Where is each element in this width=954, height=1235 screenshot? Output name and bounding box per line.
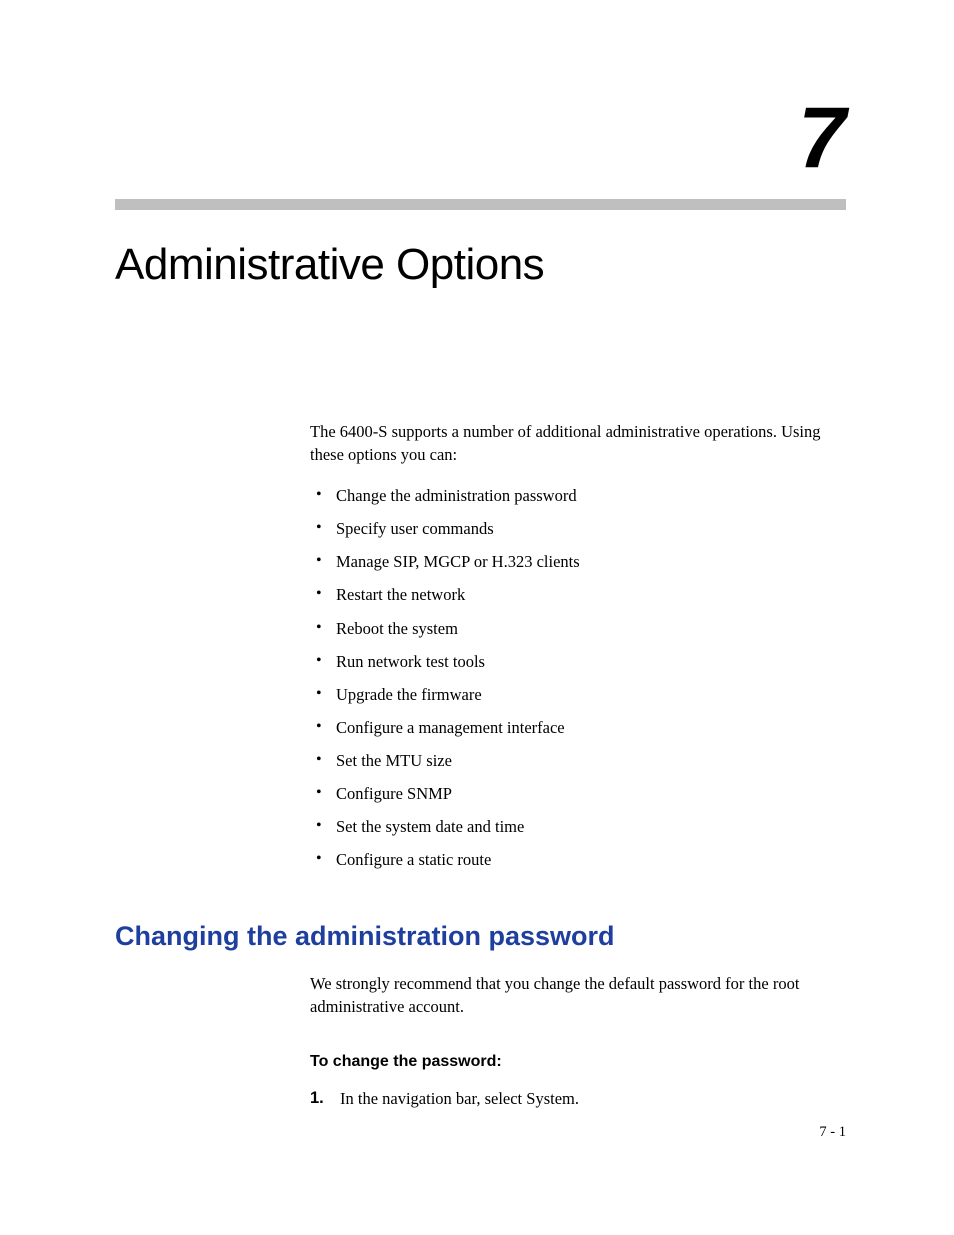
options-list: Change the administration password Speci… (310, 484, 846, 871)
page-number-footer: 7 - 1 (819, 1124, 846, 1141)
list-item: Run network test tools (310, 650, 846, 673)
intro-paragraph: The 6400-S supports a number of addition… (310, 420, 846, 466)
step-number: 1. (310, 1087, 328, 1110)
section-heading-admin-password: Changing the administration password (115, 921, 846, 952)
step-text: In the navigation bar, select System. (340, 1087, 579, 1110)
procedure-heading: To change the password: (310, 1051, 846, 1073)
list-item: Configure a management interface (310, 716, 846, 739)
list-item: Change the administration password (310, 484, 846, 507)
chapter-number: 7 (115, 95, 846, 181)
list-item: Specify user commands (310, 517, 846, 540)
list-item: Upgrade the firmware (310, 683, 846, 706)
list-item: Restart the network (310, 583, 846, 606)
list-item: Manage SIP, MGCP or H.323 clients (310, 550, 846, 573)
list-item: Reboot the system (310, 617, 846, 640)
list-item: Configure a static route (310, 848, 846, 871)
list-item: Set the system date and time (310, 815, 846, 838)
procedure-step: 1. In the navigation bar, select System. (310, 1087, 846, 1110)
horizontal-divider (115, 199, 846, 210)
list-item: Set the MTU size (310, 749, 846, 772)
list-item: Configure SNMP (310, 782, 846, 805)
section-paragraph: We strongly recommend that you change th… (310, 972, 846, 1018)
chapter-title: Administrative Options (115, 240, 846, 290)
